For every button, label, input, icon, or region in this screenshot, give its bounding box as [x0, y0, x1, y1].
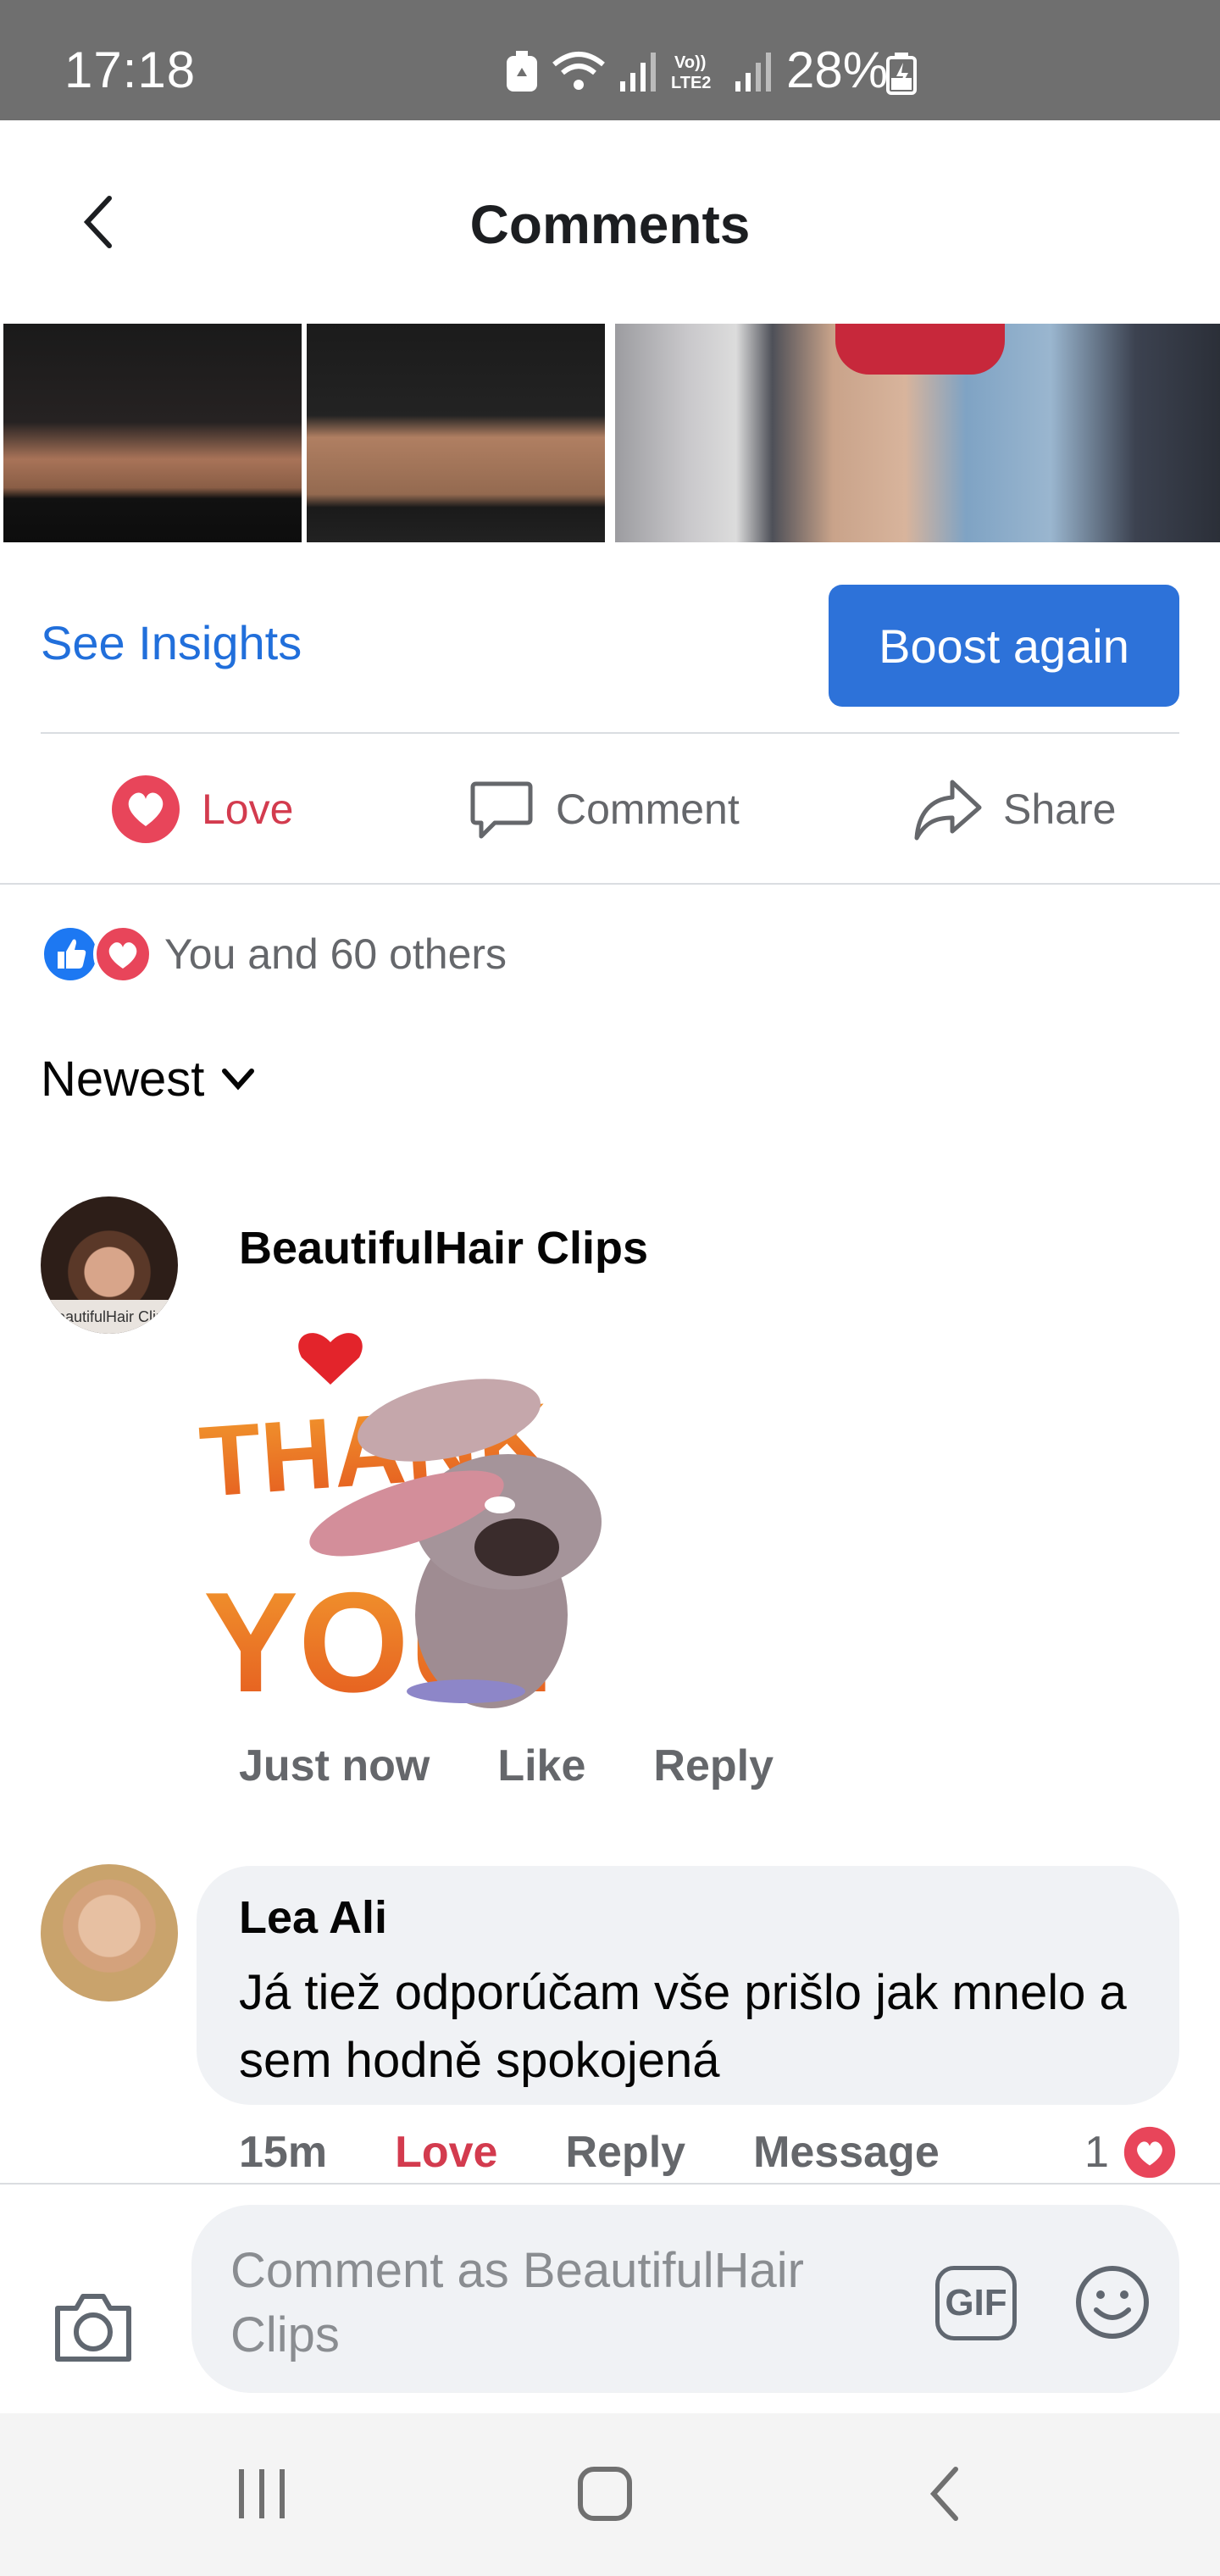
love-reaction-icon [1123, 2126, 1176, 2179]
comment-input[interactable]: Comment as BeautifulHair Clips GIF [191, 2205, 1179, 2393]
svg-text:LTE2: LTE2 [671, 74, 711, 92]
love-reaction-icon [93, 924, 152, 984]
love-link[interactable]: Love [395, 2127, 497, 2178]
post-photo-3[interactable] [615, 324, 1220, 542]
thank-you-sticker[interactable]: THANK YOU! [195, 1319, 618, 1717]
page-title: Comments [469, 194, 751, 255]
back-nav-icon[interactable] [925, 2464, 962, 2523]
recycle-icon [507, 51, 537, 92]
comment-button[interactable]: Comment [468, 771, 740, 847]
see-insights-link[interactable]: See Insights [41, 615, 302, 670]
post-photo-2[interactable] [307, 324, 605, 542]
signal-icon [620, 53, 656, 92]
message-link[interactable]: Message [753, 2127, 940, 2178]
battery-percent: 28% [786, 42, 889, 98]
signal2-icon [735, 53, 771, 92]
comment-meta: Just now Like Reply [239, 1740, 841, 1791]
like-reaction-icon [41, 924, 100, 984]
comment-text: Já tiež odporúčam vše prišlo jak mnelo a… [239, 1965, 1127, 2088]
volte-icon: Vo)) LTE2 [671, 53, 711, 92]
status-time: 17:18 [64, 42, 197, 98]
love-button[interactable]: Love [110, 771, 293, 847]
post-photo-1[interactable] [3, 324, 302, 542]
avatar[interactable]: BeautifulHair Clips [41, 1196, 178, 1334]
like-link[interactable]: Like [497, 1740, 585, 1791]
comment-bubble[interactable]: Lea Ali Já tiež odporúčam vše prišlo jak… [197, 1866, 1179, 2105]
home-icon[interactable] [576, 2464, 634, 2523]
sort-dropdown[interactable]: Newest [41, 1051, 255, 1108]
comment-time: Just now [239, 1741, 430, 1790]
status-icons: Vo)) LTE2 [505, 49, 774, 93]
system-nav-bar [0, 2413, 1220, 2576]
status-bar: 17:18 Vo)) LTE2 28% [0, 0, 1220, 120]
chevron-down-icon [222, 1068, 255, 1091]
love-reaction-icon [112, 775, 180, 843]
boost-again-button[interactable]: Boost again [829, 585, 1179, 707]
avatar-label: BeautifulHair Clips [41, 1300, 178, 1334]
comment-reaction-count[interactable]: 1 [1084, 2125, 1177, 2179]
reaction-count-text: 1 [1084, 2128, 1109, 2177]
comment-input-placeholder: Comment as BeautifulHair Clips [230, 2243, 804, 2362]
love-label: Love [202, 786, 294, 833]
share-button[interactable]: Share [913, 771, 1116, 847]
recents-icon[interactable] [236, 2464, 290, 2523]
svg-text:Vo)): Vo)) [674, 53, 706, 72]
header: Comments [0, 120, 1220, 324]
gif-button[interactable]: GIF [935, 2266, 1017, 2340]
comment-composer: Comment as BeautifulHair Clips GIF [0, 2183, 1220, 2413]
camera-icon[interactable] [51, 2290, 136, 2364]
avatar[interactable] [41, 1864, 178, 2001]
divider [0, 883, 1220, 885]
comment-icon [470, 781, 533, 839]
post-actions: Love Comment Share [0, 734, 1220, 883]
battery-icon [886, 53, 917, 95]
comment-author[interactable]: BeautifulHair Clips [239, 1222, 648, 1274]
share-icon [914, 780, 982, 841]
sort-label: Newest [41, 1052, 205, 1107]
post-photos[interactable] [0, 324, 1220, 542]
share-label: Share [1003, 786, 1117, 833]
reply-link[interactable]: Reply [653, 1740, 774, 1791]
comment-author[interactable]: Lea Ali [239, 1891, 387, 1944]
comment-meta: 15m Love Reply Message [239, 2127, 1007, 2178]
reactions-summary[interactable]: You and 60 others [41, 924, 507, 985]
reactions-summary-text: You and 60 others [164, 930, 507, 978]
emoji-icon[interactable] [1074, 2264, 1151, 2340]
comment-time: 15m [239, 2128, 328, 2177]
reply-link[interactable]: Reply [565, 2127, 685, 2178]
wifi-icon [552, 52, 605, 90]
comment-label: Comment [556, 786, 740, 833]
